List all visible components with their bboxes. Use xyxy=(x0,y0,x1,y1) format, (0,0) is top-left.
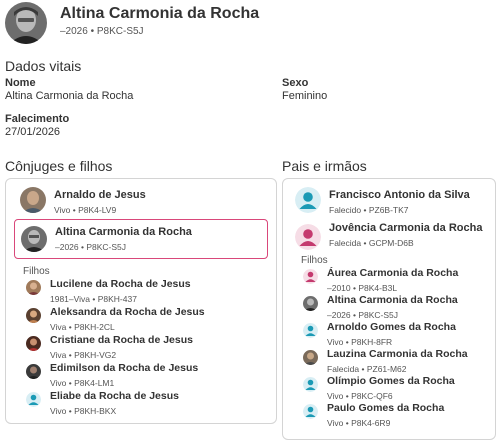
parents-panel: Francisco Antonio da Silva Falecido • PZ… xyxy=(282,178,496,440)
avatar xyxy=(26,308,41,323)
sibling-item[interactable]: Altina Carmonia da Rocha –2026 • P8KC-S5… xyxy=(299,294,491,321)
child-name: Aleksandra da Rocha de Jesus xyxy=(50,306,205,318)
spouses-panel: Arnaldo de Jesus Vivo • P8K4-LV9 Altina … xyxy=(5,178,277,424)
children-label: Filhos xyxy=(23,266,50,277)
siblings-label: Filhos xyxy=(301,255,328,266)
father-name: Francisco Antonio da Silva xyxy=(329,189,470,201)
sibling-sub: Vivo • P8KC-QF6 xyxy=(327,391,393,401)
sibling-sub: Falecida • PZ61-M62 xyxy=(327,364,407,374)
male-person-icon xyxy=(26,392,41,407)
sibling-name: Paulo Gomes da Rocha xyxy=(327,402,445,414)
sibling-item[interactable]: Paulo Gomes da Rocha Vivo • P8K4-6R9 xyxy=(299,402,491,429)
child-name: Eliabe da Rocha de Jesus xyxy=(50,390,179,402)
sibling-sub: Vivo • P8KH-8FR xyxy=(327,337,393,347)
spouse-sub: Vivo • P8K4-LV9 xyxy=(54,205,117,215)
child-item[interactable]: Edimilson da Rocha de Jesus Vivo • P8K4-… xyxy=(22,362,272,389)
spouse-name: Arnaldo de Jesus xyxy=(54,189,146,201)
death-value: 27/01/2026 xyxy=(5,126,61,138)
name-label: Nome xyxy=(5,77,36,89)
male-person-icon xyxy=(295,187,321,213)
child-sub: Vivo • P8K4-LM1 xyxy=(50,378,115,388)
avatar xyxy=(20,187,46,213)
child-sub: Viva • P8KH-2CL xyxy=(50,322,115,332)
name-value: Altina Carmonia da Rocha xyxy=(5,90,134,102)
female-person-icon xyxy=(295,224,321,250)
page-title: Altina Carmonia da Rocha xyxy=(60,5,260,22)
sibling-item[interactable]: Olímpio Gomes da Rocha Vivo • P8KC-QF6 xyxy=(299,375,491,402)
self-card[interactable]: Altina Carmonia da Rocha –2026 • P8KC-S5… xyxy=(14,219,268,259)
avatar xyxy=(26,280,41,295)
sibling-item[interactable]: Áurea Carmonia da Rocha –2010 • P8K4-B3L xyxy=(299,267,491,294)
child-sub: Vivo • P8KH-BKX xyxy=(50,406,117,416)
avatar xyxy=(303,350,318,365)
avatar xyxy=(26,364,41,379)
child-item[interactable]: Aleksandra da Rocha de Jesus Viva • P8KH… xyxy=(22,306,272,333)
male-person-icon xyxy=(303,323,318,338)
sibling-name: Arnoldo Gomes da Rocha xyxy=(327,321,456,333)
father-sub: Falecido • PZ6B-TK7 xyxy=(329,205,409,215)
avatar xyxy=(21,226,47,252)
vitals-title: Dados vitais xyxy=(5,58,82,74)
child-sub: 1981–Viva • P8KH-437 xyxy=(50,294,137,304)
sibling-item[interactable]: Arnoldo Gomes da Rocha Vivo • P8KH-8FR xyxy=(299,321,491,348)
parents-title: Pais e irmãos xyxy=(282,158,367,174)
sibling-name: Altina Carmonia da Rocha xyxy=(327,294,458,306)
child-item[interactable]: Cristiane da Rocha de Jesus Viva • P8KH-… xyxy=(22,334,272,361)
child-item[interactable]: Eliabe da Rocha de Jesus Vivo • P8KH-BKX xyxy=(22,390,272,417)
male-person-icon xyxy=(303,404,318,419)
sibling-name: Áurea Carmonia da Rocha xyxy=(327,267,459,279)
child-item[interactable]: Lucilene da Rocha de Jesus 1981–Viva • P… xyxy=(22,278,272,305)
father-card[interactable]: Francisco Antonio da Silva Falecido • PZ… xyxy=(289,182,491,218)
header-subtitle: –2026 • P8KC-S5J xyxy=(60,26,144,37)
sibling-item[interactable]: Lauzina Carmonia da Rocha Falecida • PZ6… xyxy=(299,348,491,375)
person-header: Altina Carmonia da Rocha –2026 • P8KC-S5… xyxy=(5,2,495,44)
child-name: Cristiane da Rocha de Jesus xyxy=(50,334,193,346)
sibling-sub: –2010 • P8K4-B3L xyxy=(327,283,398,293)
spouse-card[interactable]: Arnaldo de Jesus Vivo • P8K4-LV9 xyxy=(14,182,272,218)
mother-sub: Falecida • GCPM-D6B xyxy=(329,238,414,248)
self-name: Altina Carmonia da Rocha xyxy=(55,226,192,238)
mother-name: Jovência Carmonia da Rocha xyxy=(329,222,483,234)
death-label: Falecimento xyxy=(5,113,70,125)
sibling-sub: –2026 • P8KC-S5J xyxy=(327,310,399,320)
child-name: Lucilene da Rocha de Jesus xyxy=(50,278,191,290)
avatar xyxy=(26,336,41,351)
child-sub: Viva • P8KH-VG2 xyxy=(50,350,117,360)
mother-card[interactable]: Jovência Carmonia da Rocha Falecida • GC… xyxy=(289,219,491,255)
avatar xyxy=(303,296,318,311)
male-person-icon xyxy=(303,377,318,392)
sex-value: Feminino xyxy=(282,90,328,102)
sex-label: Sexo xyxy=(282,77,309,89)
sibling-sub: Vivo • P8K4-6R9 xyxy=(327,418,391,428)
child-name: Edimilson da Rocha de Jesus xyxy=(50,362,199,374)
spouses-title: Cônjuges e filhos xyxy=(5,158,113,174)
sibling-name: Olímpio Gomes da Rocha xyxy=(327,375,455,387)
self-sub: –2026 • P8KC-S5J xyxy=(55,242,127,252)
female-person-icon xyxy=(303,269,318,284)
profile-photo xyxy=(5,2,47,44)
sibling-name: Lauzina Carmonia da Rocha xyxy=(327,348,468,360)
